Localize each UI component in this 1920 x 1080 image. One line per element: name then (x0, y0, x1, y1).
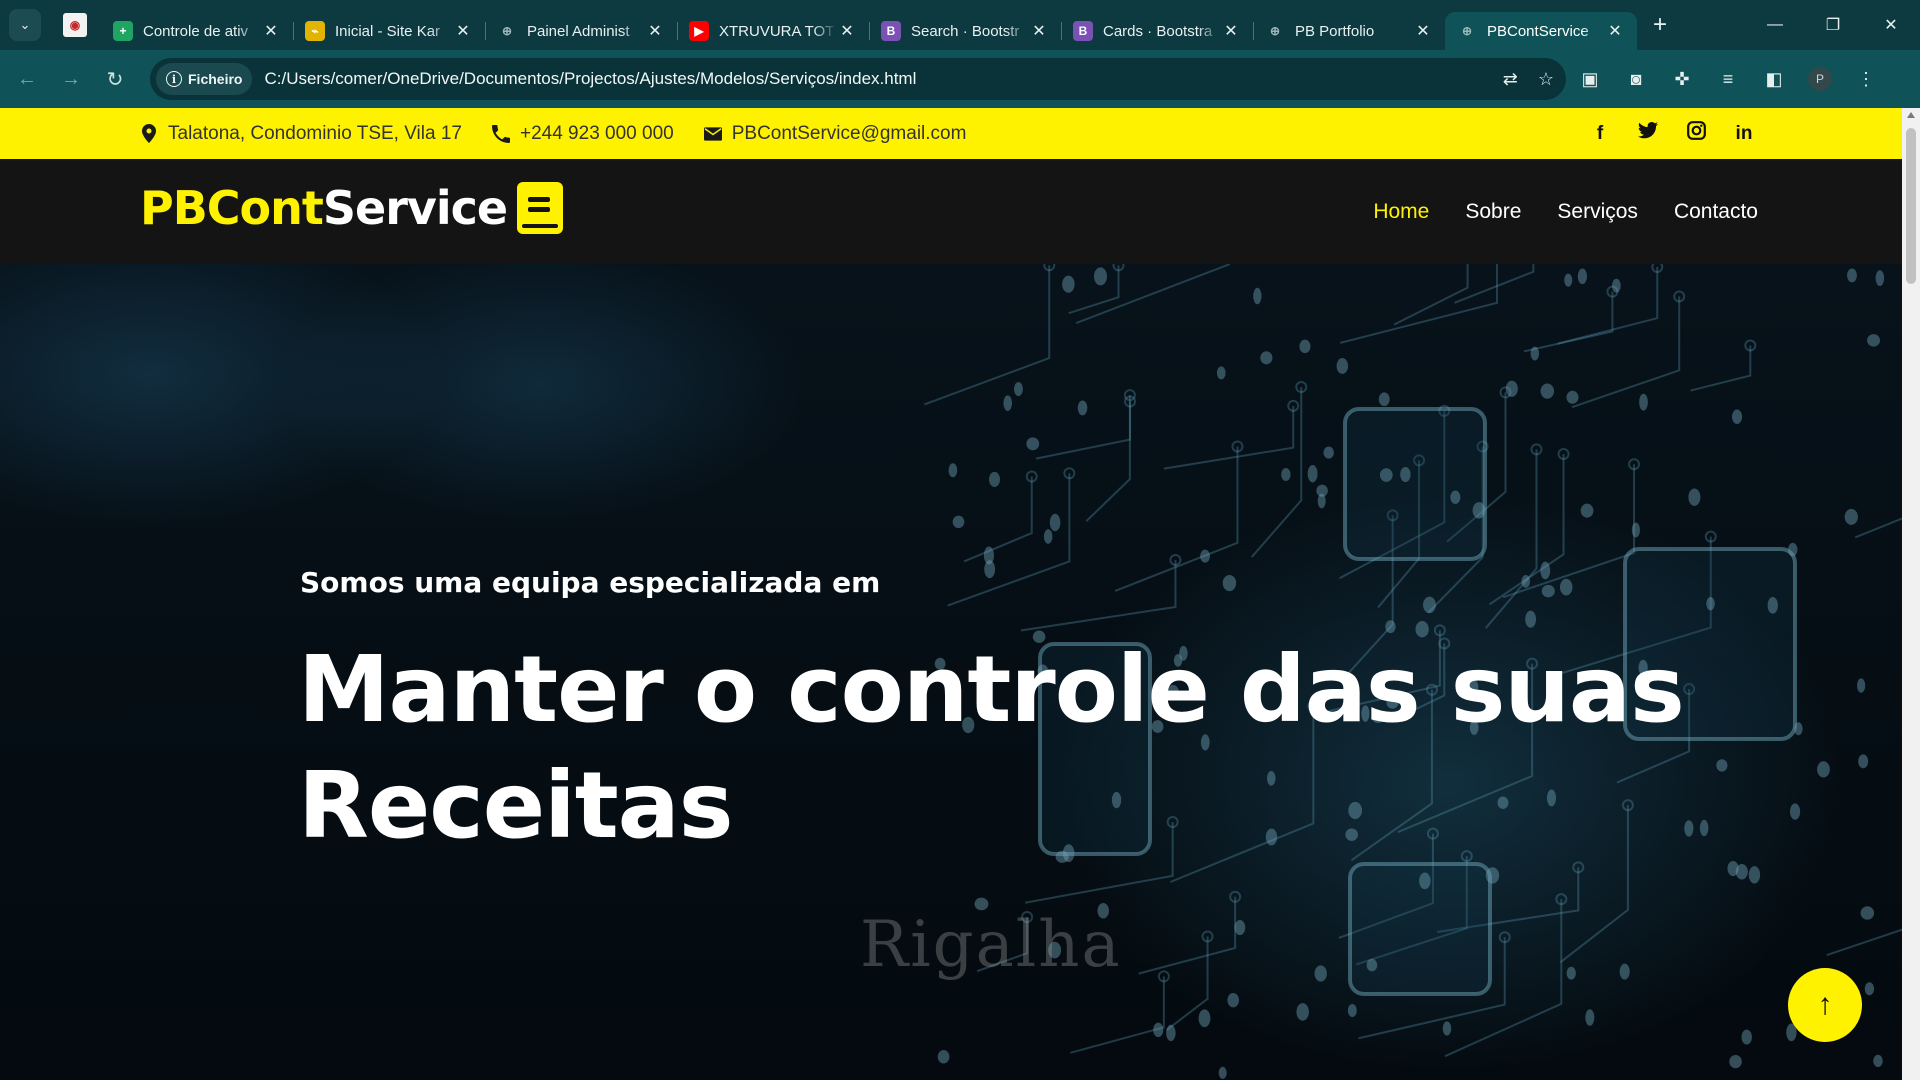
camera-icon[interactable]: ◙ (1622, 65, 1650, 93)
brand-logo[interactable]: PBCont Service (140, 181, 564, 235)
browser-tab[interactable]: B Search · Bootstr ✕ (869, 12, 1061, 50)
topbar-email: PBContService@gmail.com (703, 122, 967, 145)
tab-title: Controle de ativ (143, 22, 249, 40)
browser-tab[interactable]: ⊕ PBContService ✕ (1445, 12, 1637, 50)
youtube-icon: ▶ (689, 21, 709, 41)
phone-icon (491, 124, 510, 143)
tab-list: + Controle de ativ ✕ ⌁ Inicial - Site Kar ✕ ⊕ P… (101, 0, 1637, 50)
nav-link-home[interactable]: Home (1373, 200, 1429, 224)
facebook-icon[interactable]: f (1590, 123, 1610, 145)
contact-topbar: Talatona, Condominio TSE, Vila 17 +244 9… (0, 108, 1902, 159)
bootstrap-icon: B (1073, 21, 1093, 41)
restore-button[interactable]: ❐ (1804, 0, 1862, 50)
topbar-phone: +244 923 000 000 (491, 122, 674, 145)
book-icon (517, 182, 564, 234)
close-icon[interactable]: ✕ (453, 21, 473, 41)
linkedin-icon[interactable]: in (1734, 123, 1754, 145)
close-window-button[interactable]: ✕ (1862, 0, 1920, 50)
extensions-puzzle-icon[interactable]: ✜ (1668, 65, 1696, 93)
browser-tab[interactable]: ▶ XTRUVURA TOT ✕ (677, 12, 869, 50)
minimize-button[interactable]: — (1746, 0, 1804, 50)
hero-subtitle: Somos uma equipa especializada em (300, 566, 881, 599)
side-panel-icon[interactable]: ◧ (1760, 65, 1788, 93)
close-icon[interactable]: ✕ (645, 21, 665, 41)
page-scrollbar[interactable] (1902, 108, 1920, 1080)
pinned-tab[interactable]: ◉ (63, 13, 87, 37)
scroll-up-icon[interactable] (1907, 112, 1915, 118)
reload-button[interactable]: ↻ (98, 62, 132, 96)
globe-icon: ⊕ (1461, 24, 1473, 38)
url-text[interactable]: C:/Users/comer/OneDrive/Documentos/Proje… (264, 69, 916, 89)
close-icon[interactable]: ✕ (837, 21, 857, 41)
tab-title: XTRUVURA TOT (719, 22, 835, 40)
nav-link-servicos[interactable]: Serviços (1557, 200, 1638, 224)
site-icon: ⌁ (305, 21, 325, 41)
browser-toolbar: ← → ↻ i Ficheiro C:/Users/comer/OneDrive… (0, 50, 1920, 108)
bootstrap-icon: B (881, 21, 901, 41)
more-menu-icon[interactable]: ⋮ (1852, 65, 1880, 93)
chevron-down-icon: ⌄ (19, 17, 31, 32)
site-info-label: Ficheiro (188, 71, 243, 87)
tab-title: Search · Bootstr (911, 22, 1020, 40)
topbar-address: Talatona, Condominio TSE, Vila 17 (140, 123, 462, 145)
main-navbar: PBCont Service Home Sobre Serviços Contacto (0, 159, 1902, 264)
translate-icon[interactable]: ⇄ (1503, 69, 1518, 90)
media-controls-icon[interactable]: ≡ (1714, 65, 1742, 93)
tab-title: PBContService (1487, 22, 1589, 40)
sheets-icon: + (113, 21, 133, 41)
close-icon[interactable]: ✕ (1413, 21, 1433, 41)
back-button[interactable]: ← (10, 62, 44, 96)
back-to-top-button[interactable]: ↑ (1788, 968, 1862, 1042)
browser-tabstrip: ⌄ ◉ + Controle de ativ ✕ ⌁ Inicial - Site Ka… (0, 0, 1920, 50)
social-links: f in (1590, 108, 1754, 159)
extension-icon[interactable]: ▣ (1576, 65, 1604, 93)
arrow-left-icon: ← (17, 67, 37, 90)
nav-link-contacto[interactable]: Contacto (1674, 200, 1758, 224)
pinned-site-icon: ◉ (69, 18, 81, 32)
arrow-up-icon: ↑ (1817, 988, 1833, 1021)
background-watermark: Rigalha (860, 908, 1122, 982)
window-controls: — ❐ ✕ (1746, 0, 1920, 50)
phone-text: +244 923 000 000 (519, 122, 674, 144)
close-icon[interactable]: ✕ (1605, 21, 1625, 41)
tab-search-button[interactable]: ⌄ (9, 9, 41, 41)
info-icon: i (166, 71, 182, 87)
envelope-icon (703, 125, 722, 143)
address-bar[interactable]: i Ficheiro C:/Users/comer/OneDrive/Docum… (150, 58, 1566, 100)
close-icon[interactable]: ✕ (1221, 21, 1241, 41)
nav-link-sobre[interactable]: Sobre (1465, 200, 1521, 224)
instagram-icon[interactable] (1686, 121, 1706, 146)
close-icon[interactable]: ✕ (261, 21, 281, 41)
tab-title: Painel Administ (527, 22, 630, 40)
browser-tab[interactable]: B Cards · Bootstra ✕ (1061, 12, 1253, 50)
forward-button[interactable]: → (54, 62, 88, 96)
brand-name-part2: Service (322, 181, 508, 235)
brand-name-part1: PBCont (140, 181, 324, 235)
arrow-right-icon: → (61, 67, 81, 90)
browser-tab[interactable]: ⊕ Painel Administ ✕ (485, 12, 677, 50)
map-pin-icon (140, 124, 158, 143)
scroll-thumb[interactable] (1906, 128, 1916, 284)
site-info-chip[interactable]: i Ficheiro (156, 63, 253, 95)
globe-icon: ⊕ (1269, 24, 1281, 38)
new-tab-button[interactable]: + (1653, 11, 1667, 39)
globe-icon: ⊕ (501, 24, 513, 38)
browser-tab[interactable]: + Controle de ativ ✕ (101, 12, 293, 50)
tab-title: Cards · Bootstra (1103, 22, 1213, 40)
tab-title: PB Portfolio (1295, 22, 1375, 40)
browser-tab[interactable]: ⊕ PB Portfolio ✕ (1253, 12, 1445, 50)
twitter-icon[interactable] (1638, 122, 1658, 145)
profile-avatar[interactable]: P (1808, 67, 1832, 91)
nav-menu: Home Sobre Serviços Contacto (1373, 159, 1758, 264)
web-page: Talatona, Condominio TSE, Vila 17 +244 9… (0, 108, 1902, 1080)
reload-icon: ↻ (106, 68, 124, 91)
email-text: PBContService@gmail.com (731, 122, 967, 144)
address-text: Talatona, Condominio TSE, Vila 17 (168, 122, 462, 144)
close-icon[interactable]: ✕ (1029, 21, 1049, 41)
browser-tab[interactable]: ⌁ Inicial - Site Kar ✕ (293, 12, 485, 50)
bookmark-star-icon[interactable]: ☆ (1538, 69, 1554, 90)
hero-title: Manter o controle das suas Receitas (298, 636, 1685, 859)
tab-title: Inicial - Site Kar (335, 22, 441, 40)
